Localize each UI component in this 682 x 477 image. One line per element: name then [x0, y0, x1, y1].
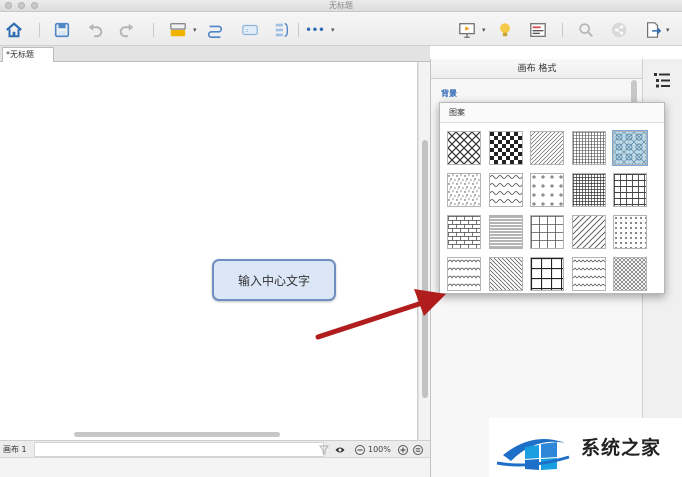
pattern-swatch-fine-grid[interactable]	[571, 173, 606, 207]
save-icon[interactable]	[52, 20, 72, 40]
presentation-icon[interactable]	[457, 20, 477, 40]
toolbar-separator	[298, 23, 299, 37]
pattern-swatch-horiz-lines[interactable]	[488, 215, 523, 249]
pattern-swatch-square-grid[interactable]	[613, 173, 647, 207]
redo-icon[interactable]	[117, 20, 137, 40]
pattern-swatch-fine-diag[interactable]	[530, 131, 564, 165]
watermark-text: 系统之家	[581, 437, 662, 459]
pattern-swatch-diag-lines[interactable]	[571, 215, 606, 249]
menu-icon[interactable]	[412, 444, 423, 455]
watermark-logo: 系统之家	[489, 418, 682, 477]
canvas-vertical-scrollbar[interactable]	[418, 62, 430, 440]
search-icon[interactable]	[576, 20, 596, 40]
toolbar-separator	[562, 23, 563, 37]
idea-icon[interactable]	[495, 20, 515, 40]
chevron-down-icon[interactable]: ▾	[331, 27, 335, 34]
zoom-in-icon[interactable]	[397, 444, 408, 455]
scrollbar-thumb[interactable]	[422, 140, 428, 398]
pattern-swatch-zigzag[interactable]	[571, 257, 606, 291]
pattern-swatch-wide-grid[interactable]	[530, 215, 564, 249]
pattern-swatch-random-dots[interactable]	[447, 173, 481, 207]
pattern-swatch-scale[interactable]	[447, 257, 481, 291]
pattern-swatch-sparse-plus[interactable]	[530, 173, 564, 207]
pattern-swatch-ornament[interactable]	[612, 130, 648, 166]
svg-text:∶∶: ∶∶	[246, 29, 249, 35]
chevron-down-icon[interactable]: ▾	[666, 27, 670, 34]
pattern-popup: 图案	[439, 102, 665, 294]
summary-icon[interactable]	[272, 20, 292, 40]
outline-icon[interactable]	[528, 20, 548, 40]
sheet-tab[interactable]: 画布 1	[3, 443, 27, 456]
bottom-strip	[0, 457, 440, 477]
canvas-horizontal-scrollbar[interactable]	[74, 432, 280, 437]
pattern-swatch-brick[interactable]	[447, 215, 481, 249]
toolbar-separator	[39, 23, 40, 37]
insert-topic-icon[interactable]	[168, 20, 188, 40]
pattern-swatch-dense-grid[interactable]	[571, 131, 606, 165]
format-list-icon[interactable]	[652, 70, 672, 90]
relationship-icon[interactable]	[205, 20, 225, 40]
pattern-swatch-diag-cross[interactable]	[447, 131, 481, 165]
more-icon[interactable]: •••	[305, 20, 325, 40]
filter-icon[interactable]	[318, 444, 329, 455]
window-title: 无标题	[329, 1, 353, 10]
undo-icon[interactable]	[85, 20, 105, 40]
export-icon[interactable]	[643, 20, 663, 40]
pattern-swatch-big-checker[interactable]	[488, 131, 523, 165]
status-bar: 画布 1 100%	[0, 440, 430, 457]
document-tab-strip: *无标题	[0, 46, 430, 62]
zoom-level: 100%	[368, 445, 391, 454]
zoom-out-icon[interactable]	[354, 444, 365, 455]
mindmap-canvas[interactable]	[0, 62, 418, 440]
pattern-swatch-wave[interactable]	[488, 173, 523, 207]
windows-logo-icon	[496, 439, 570, 470]
eye-icon[interactable]	[334, 444, 345, 455]
pattern-swatch-big-grid[interactable]	[530, 257, 564, 291]
pattern-swatch-crosshatch[interactable]	[613, 257, 647, 291]
main-toolbar: ▾ ∶∶ ••• ▾ ▾ ▾	[0, 12, 682, 46]
popup-title: 图案	[440, 103, 664, 123]
pattern-swatch-dots[interactable]	[613, 215, 647, 249]
toolbar-separator	[153, 23, 154, 37]
boundary-icon[interactable]: ∶∶	[240, 20, 260, 40]
sheet-tab-area	[34, 442, 324, 457]
window-titlebar: 无标题	[0, 0, 682, 12]
document-tab[interactable]: *无标题	[2, 47, 54, 62]
pattern-swatch-weave[interactable]	[488, 257, 523, 291]
chevron-down-icon[interactable]: ▾	[193, 27, 197, 34]
panel-title: 画布 格式	[431, 59, 643, 79]
share-icon[interactable]	[609, 20, 629, 40]
central-topic[interactable]: 输入中心文字	[212, 259, 336, 301]
chevron-down-icon[interactable]: ▾	[482, 27, 486, 34]
background-section-label: 背景	[441, 89, 457, 98]
home-icon[interactable]	[4, 20, 24, 40]
